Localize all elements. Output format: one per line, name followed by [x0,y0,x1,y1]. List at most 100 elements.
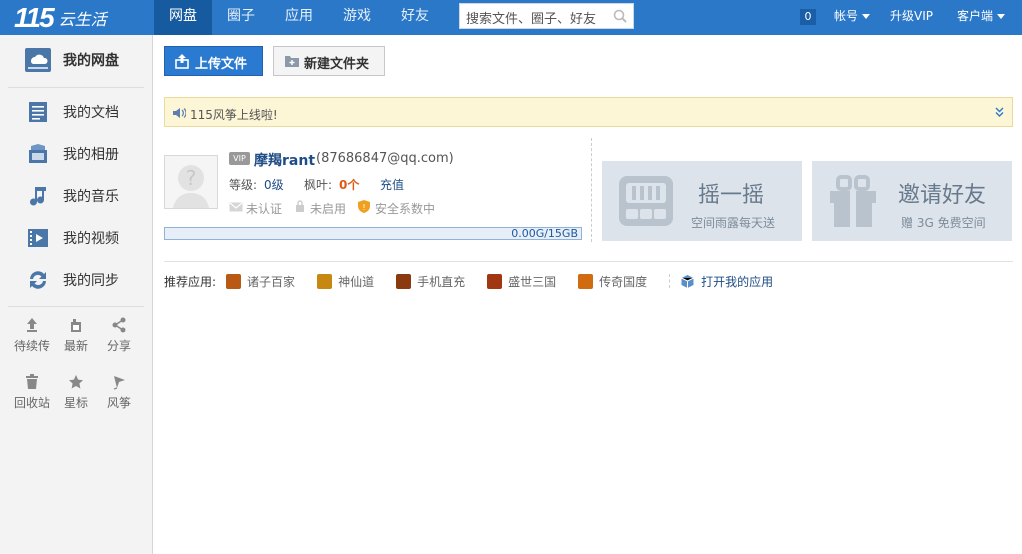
tool-label: 星标 [63,396,88,410]
expand-down-icon[interactable] [995,107,1004,117]
app-label: 诸子百家 [247,274,296,289]
upload-file-button[interactable]: 上传文件 [164,46,263,76]
tool-pending-upload[interactable]: 待续传 [12,317,52,354]
kite-icon [113,376,125,390]
user-email: (87686847@qq.com) [316,151,454,166]
svg-text:!: ! [362,203,365,212]
cloud-disk-icon [25,48,51,72]
sidebar-item-label: 我的网盘 [63,53,119,69]
top-bar: 115 云生活 网盘 圈子 应用 游戏 好友 搜索文件、圈子、好友 0 帐号 升… [0,0,1022,35]
nav-item-disk[interactable]: 网盘 [154,0,212,35]
logo-text: 云生活 [58,10,107,29]
app-label: 神仙道 [338,274,375,289]
shake-card[interactable]: 摇一摇 空间雨露每天送 [602,161,802,241]
chevron-down-icon [862,14,871,19]
sidebar-item-videos[interactable]: 我的视频 [0,217,152,259]
chevron-down-icon [997,14,1006,19]
tool-label: 待续传 [13,339,50,353]
announcement-text[interactable]: 115风筝上线啦! [190,106,278,123]
sidebar-item-label: 我的视频 [63,231,119,247]
auth-status[interactable]: 未认证 [246,200,282,217]
app-label: 传奇国度 [599,274,648,289]
sidebar-item-music[interactable]: 我的音乐 [0,175,152,217]
recharge-link[interactable]: 充值 [380,176,404,193]
app-item[interactable]: 神仙道 [317,273,374,290]
maple-value[interactable]: 0个 [339,176,359,193]
app-item[interactable]: 传奇国度 [578,273,647,290]
client-label: 客户端 [957,9,994,23]
tool-latest[interactable]: 最新 [56,317,96,354]
tool-recycle-bin[interactable]: 回收站 [12,374,52,411]
share-icon [112,317,126,333]
nav-item-games[interactable]: 游戏 [328,0,386,35]
cube-icon [681,274,694,288]
nav-item-circle[interactable]: 圈子 [212,0,270,35]
shake-title: 摇一摇 [698,183,765,208]
tool-starred[interactable]: 星标 [56,374,96,411]
new-folder-icon [285,56,299,67]
game-app-icon [578,273,594,289]
lock-icon [296,200,304,212]
tool-share[interactable]: 分享 [99,317,139,354]
svg-text:?: ? [186,166,197,190]
open-my-apps-link[interactable]: 打开我的应用 [680,273,773,290]
trash-icon [26,374,38,389]
sidebar-item-label: 我的文档 [63,105,119,121]
announcement-bar: 115风筝上线啦! [164,97,1013,127]
new-folder-label: 新建文件夹 [304,57,370,72]
app-item[interactable]: 手机直充 [396,273,465,290]
open-my-apps-label: 打开我的应用 [701,274,774,289]
shake-device-icon [619,176,673,226]
client-menu[interactable]: 客户端 [957,0,1006,35]
default-avatar-icon: ? [173,165,209,208]
maple-label: 枫叶: [304,178,333,192]
message-count[interactable]: 0 [800,0,816,35]
account-menu[interactable]: 帐号 [834,0,871,35]
account-label: 帐号 [834,9,859,23]
upload-icon [175,54,189,69]
tool-label: 最新 [63,339,88,353]
logo[interactable]: 115 云生活 [14,2,107,34]
recommended-apps-title: 推荐应用: [164,274,217,289]
enabled-status[interactable]: 未启用 [310,200,346,217]
sidebar-item-documents[interactable]: 我的文档 [0,91,152,133]
security-status[interactable]: 安全系数中 [375,200,435,217]
game-app-icon [226,273,242,289]
speaker-icon [173,108,186,118]
tool-label: 分享 [106,339,131,353]
invite-subtitle: 赠 3G 免费空间 [901,216,986,230]
sidebar-item-my-disk[interactable]: 我的网盘 [0,39,152,81]
nav-item-apps[interactable]: 应用 [270,0,328,35]
storage-progress-bar: 0.00G/15GB [164,227,582,240]
photo-album-icon [29,144,47,163]
sidebar-item-photos[interactable]: 我的相册 [0,133,152,175]
app-label: 盛世三国 [508,274,557,289]
music-note-icon [30,187,46,206]
video-icon [28,229,48,247]
latest-files-icon [71,319,81,332]
new-folder-button[interactable]: 新建文件夹 [273,46,385,76]
mail-icon [229,202,243,212]
sidebar: 我的网盘 我的文档 我的相册 我的音乐 我的视频 我的同步 待续传 最新 分享 … [0,35,153,554]
game-app-icon [317,273,333,289]
invite-friends-card[interactable]: 邀请好友 赠 3G 免费空间 [812,161,1012,241]
avatar[interactable]: ? [164,155,218,209]
nav-item-friends[interactable]: 好友 [386,0,444,35]
mobile-recharge-app-icon [396,273,412,289]
game-app-icon [487,273,503,289]
sidebar-item-sync[interactable]: 我的同步 [0,259,152,301]
vip-badge: VIP [229,152,250,165]
user-name[interactable]: 摩羯rant [254,150,315,170]
sidebar-item-label: 我的相册 [63,147,119,163]
search-input[interactable]: 搜索文件、圈子、好友 [459,3,634,29]
divider [669,274,671,288]
sidebar-item-label: 我的同步 [63,273,119,289]
search-icon[interactable] [613,9,627,23]
tool-kite[interactable]: 风筝 [99,374,139,411]
upload-arrow-icon [27,318,37,332]
app-item[interactable]: 诸子百家 [226,273,295,290]
shake-subtitle: 空间雨露每天送 [691,216,776,230]
upgrade-vip-link[interactable]: 升级VIP [890,0,933,35]
app-item[interactable]: 盛世三国 [487,273,556,290]
level-value[interactable]: 0级 [264,176,284,193]
